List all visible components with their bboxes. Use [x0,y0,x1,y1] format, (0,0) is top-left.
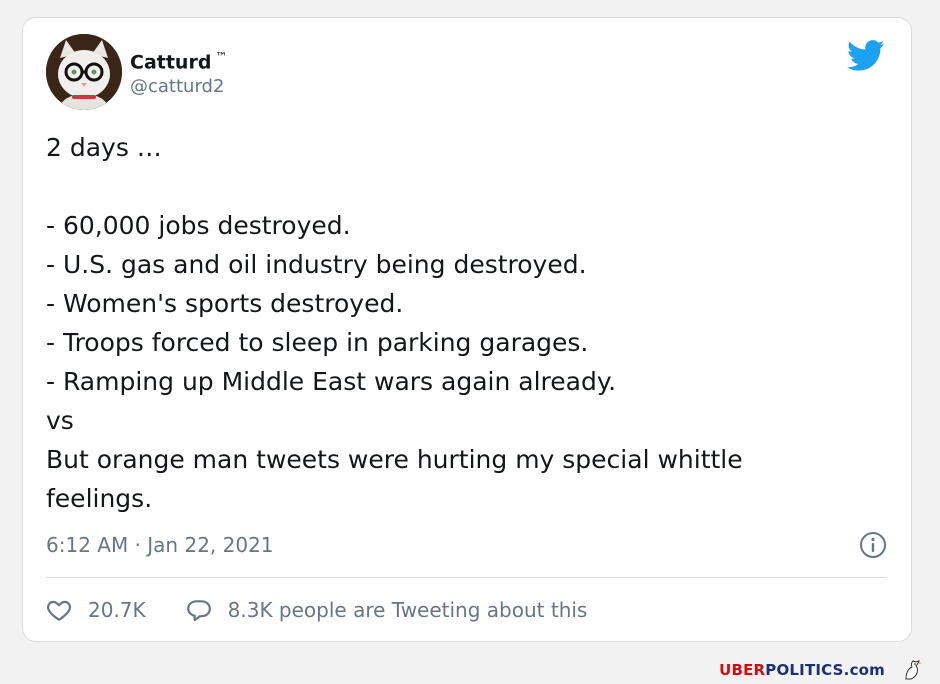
watermark: UBERPOLITICS.com [719,661,885,679]
reply-text: 8.3K people are Tweeting about this [227,598,588,622]
cat-with-glasses-avatar-image [46,34,122,110]
tweet-timestamp[interactable]: 6:12 AM · Jan 22, 2021 [46,531,274,559]
info-icon[interactable] [859,531,887,559]
eagle-logo-icon [905,660,922,680]
trademark-symbol: ™ [215,50,228,64]
tweet-text: 2 days … - 60,000 jobs destroyed. - U.S.… [46,133,743,513]
tweet-card: Catturd ™ @catturd2 2 days … - 60,000 job… [22,17,912,642]
watermark-part2: POLITICS.com [765,661,885,679]
avatar[interactable] [46,34,122,110]
like-button[interactable]: 20.7K [46,597,146,623]
like-count: 20.7K [88,598,146,622]
author-handle[interactable]: @catturd2 [130,75,224,99]
speech-bubble-icon [186,600,211,622]
heart-icon [47,600,71,621]
author-name[interactable]: Catturd ™ [130,45,227,74]
twitter-bird-icon[interactable] [847,40,885,72]
divider [46,577,887,578]
author-name-text: Catturd [130,51,212,74]
watermark-part1: UBER [719,661,766,679]
tweet-actions: 20.7K 8.3K people are Tweeting about thi… [46,594,587,626]
reply-button[interactable]: 8.3K people are Tweeting about this [186,597,588,623]
